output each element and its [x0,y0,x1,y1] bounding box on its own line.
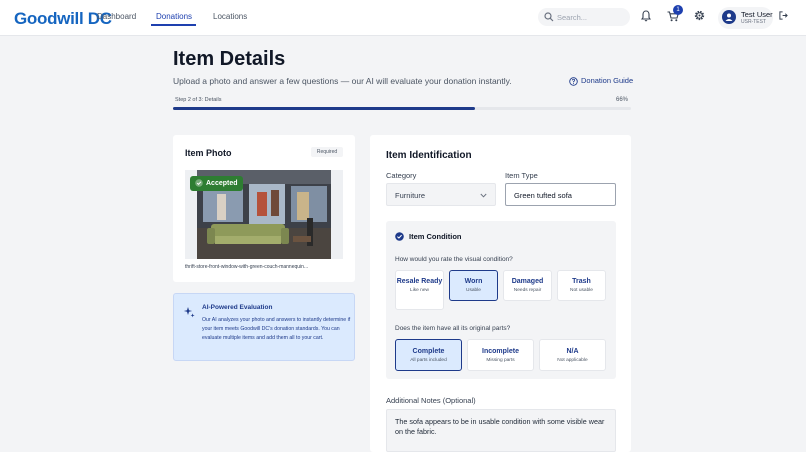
option-sublabel: Missing parts [486,358,515,363]
option-damaged[interactable]: Damaged Needs repair [503,270,552,301]
bell-icon[interactable] [641,10,651,22]
page-subtitle: Upload a photo and answer a few question… [173,76,512,86]
visual-condition-question: How would you rate the visual condition? [395,256,513,263]
option-sublabel: Like new [410,288,429,293]
sparkle-icon [183,307,195,318]
donation-guide-label: Donation Guide [581,76,634,85]
option-sublabel: All parts included [410,358,447,363]
category-value: Furniture [395,191,426,200]
progress-bar-fill [173,107,476,110]
item-type-label: Item Type [505,171,538,180]
item-condition-title: Item Condition [409,232,462,241]
additional-notes-value: The sofa appears to be in usable conditi… [395,417,605,436]
accepted-label: Accepted [206,180,238,187]
option-trash[interactable]: Trash Not usable [557,270,606,301]
original-parts-question: Does the item have all its original part… [395,325,511,332]
item-photo-title: Item Photo [185,148,232,158]
check-circle-icon [395,232,404,241]
cart-count-badge: 1 [673,5,683,15]
option-label: Damaged [511,278,544,285]
option-label: Incomplete [482,348,519,355]
item-identification-title: Item Identification [386,150,472,161]
option-sublabel: Needs repair [513,288,542,293]
user-name: Test User [741,10,773,19]
user-avatar[interactable] [722,10,736,24]
user-icon [725,13,733,21]
option-sublabel: Usable [466,288,481,293]
additional-notes-label: Additional Notes (Optional) [386,396,476,405]
category-label: Category [386,171,417,180]
nav-donations[interactable]: Donations [156,12,192,21]
accepted-badge: Accepted [190,176,243,191]
search-input[interactable]: Search... [557,13,587,22]
ai-evaluation-description: Our AI analyzes your photo and answers t… [202,317,351,342]
progress-percent: 66% [616,97,629,103]
option-incomplete[interactable]: Incomplete Missing parts [467,339,534,371]
additional-notes-textarea[interactable]: The sofa appears to be in usable conditi… [386,409,616,452]
photo-filename: thrift-store-front-window-with-green-cou… [185,264,309,270]
progress-bar [173,107,631,110]
donation-guide-link[interactable]: Donation Guide [569,76,633,86]
option-not-applicable[interactable]: N/A Not applicable [539,339,606,371]
check-circle-icon [195,179,203,187]
ai-evaluation-title: AI-Powered Evaluation [202,304,273,311]
item-type-input[interactable]: Green tufted sofa [505,183,616,206]
logout-icon[interactable] [779,11,788,20]
required-badge: Required [311,147,343,157]
nav-locations[interactable]: Locations [213,12,247,21]
nav-dashboard[interactable]: Dashboard [97,12,136,21]
option-worn[interactable]: Worn Usable [449,270,498,301]
option-label: Worn [464,278,483,285]
option-label: N/A [566,348,579,355]
search-icon [544,12,554,22]
chevron-down-icon [480,193,487,198]
step-indicator: Step 2 of 3: Details [175,97,222,103]
option-sublabel: Not applicable [557,358,588,363]
search-box[interactable]: Search... [538,8,630,26]
user-id: USR-TEST [741,19,766,25]
option-sublabel: Not usable [570,288,593,293]
help-circle-icon [569,76,578,86]
option-label: Resale Ready [396,278,443,285]
option-label: Complete [412,348,445,355]
gear-icon[interactable] [694,10,705,21]
category-select[interactable]: Furniture [386,183,496,206]
item-type-value: Green tufted sofa [514,191,572,200]
option-complete[interactable]: Complete All parts included [395,339,462,371]
option-label: Trash [572,278,591,285]
option-resale-ready[interactable]: Resale Ready Like new [395,270,444,310]
active-nav-indicator [151,24,196,26]
page-title: Item Details [173,48,286,70]
